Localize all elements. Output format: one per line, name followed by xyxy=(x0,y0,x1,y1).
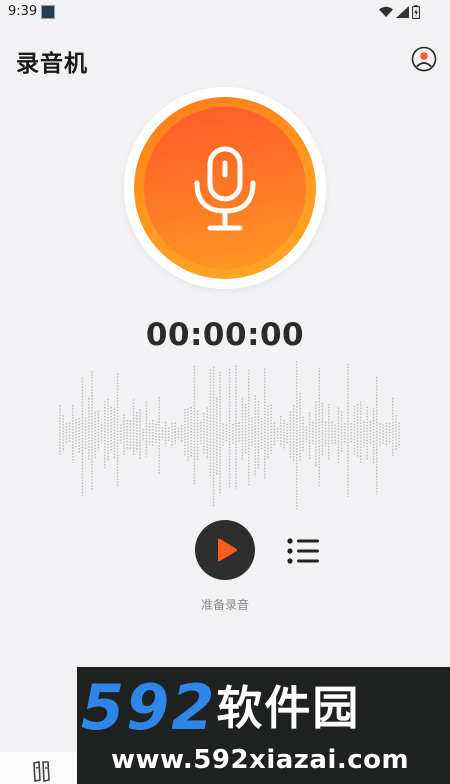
watermark-digits: 592 xyxy=(81,671,217,744)
record-button-ring xyxy=(134,97,316,279)
bottom-nav xyxy=(0,752,78,784)
status-time: 9:39 xyxy=(8,4,38,19)
record-button[interactable] xyxy=(124,87,326,289)
status-bar: 9:39 xyxy=(0,0,450,26)
profile-button[interactable] xyxy=(411,46,437,72)
record-button-core xyxy=(144,107,306,269)
watermark-url: www.592xiazai.com xyxy=(111,745,410,775)
waveform xyxy=(59,361,400,510)
microphone-icon xyxy=(194,146,256,231)
wifi-icon xyxy=(379,6,393,17)
signal-icon xyxy=(396,6,409,18)
watermark-brand: 软件园 xyxy=(216,681,361,735)
notification-icon xyxy=(41,5,55,19)
person-icon xyxy=(420,52,428,60)
recordings-list-button[interactable] xyxy=(286,536,320,566)
watermark-logo: 592软件园 xyxy=(81,673,360,743)
record-status: 准备录音 xyxy=(200,598,249,612)
list-icon xyxy=(287,538,319,564)
play-icon xyxy=(218,538,237,562)
page-title: 录音机 xyxy=(16,51,88,77)
status-icons xyxy=(379,5,420,19)
recordings-icon[interactable] xyxy=(32,760,52,782)
watermark-banner: 592软件园 www.592xiazai.com xyxy=(77,667,450,784)
battery-icon xyxy=(412,5,420,19)
play-button[interactable] xyxy=(195,520,255,580)
recording-timer: 00:00:00 xyxy=(145,317,305,353)
